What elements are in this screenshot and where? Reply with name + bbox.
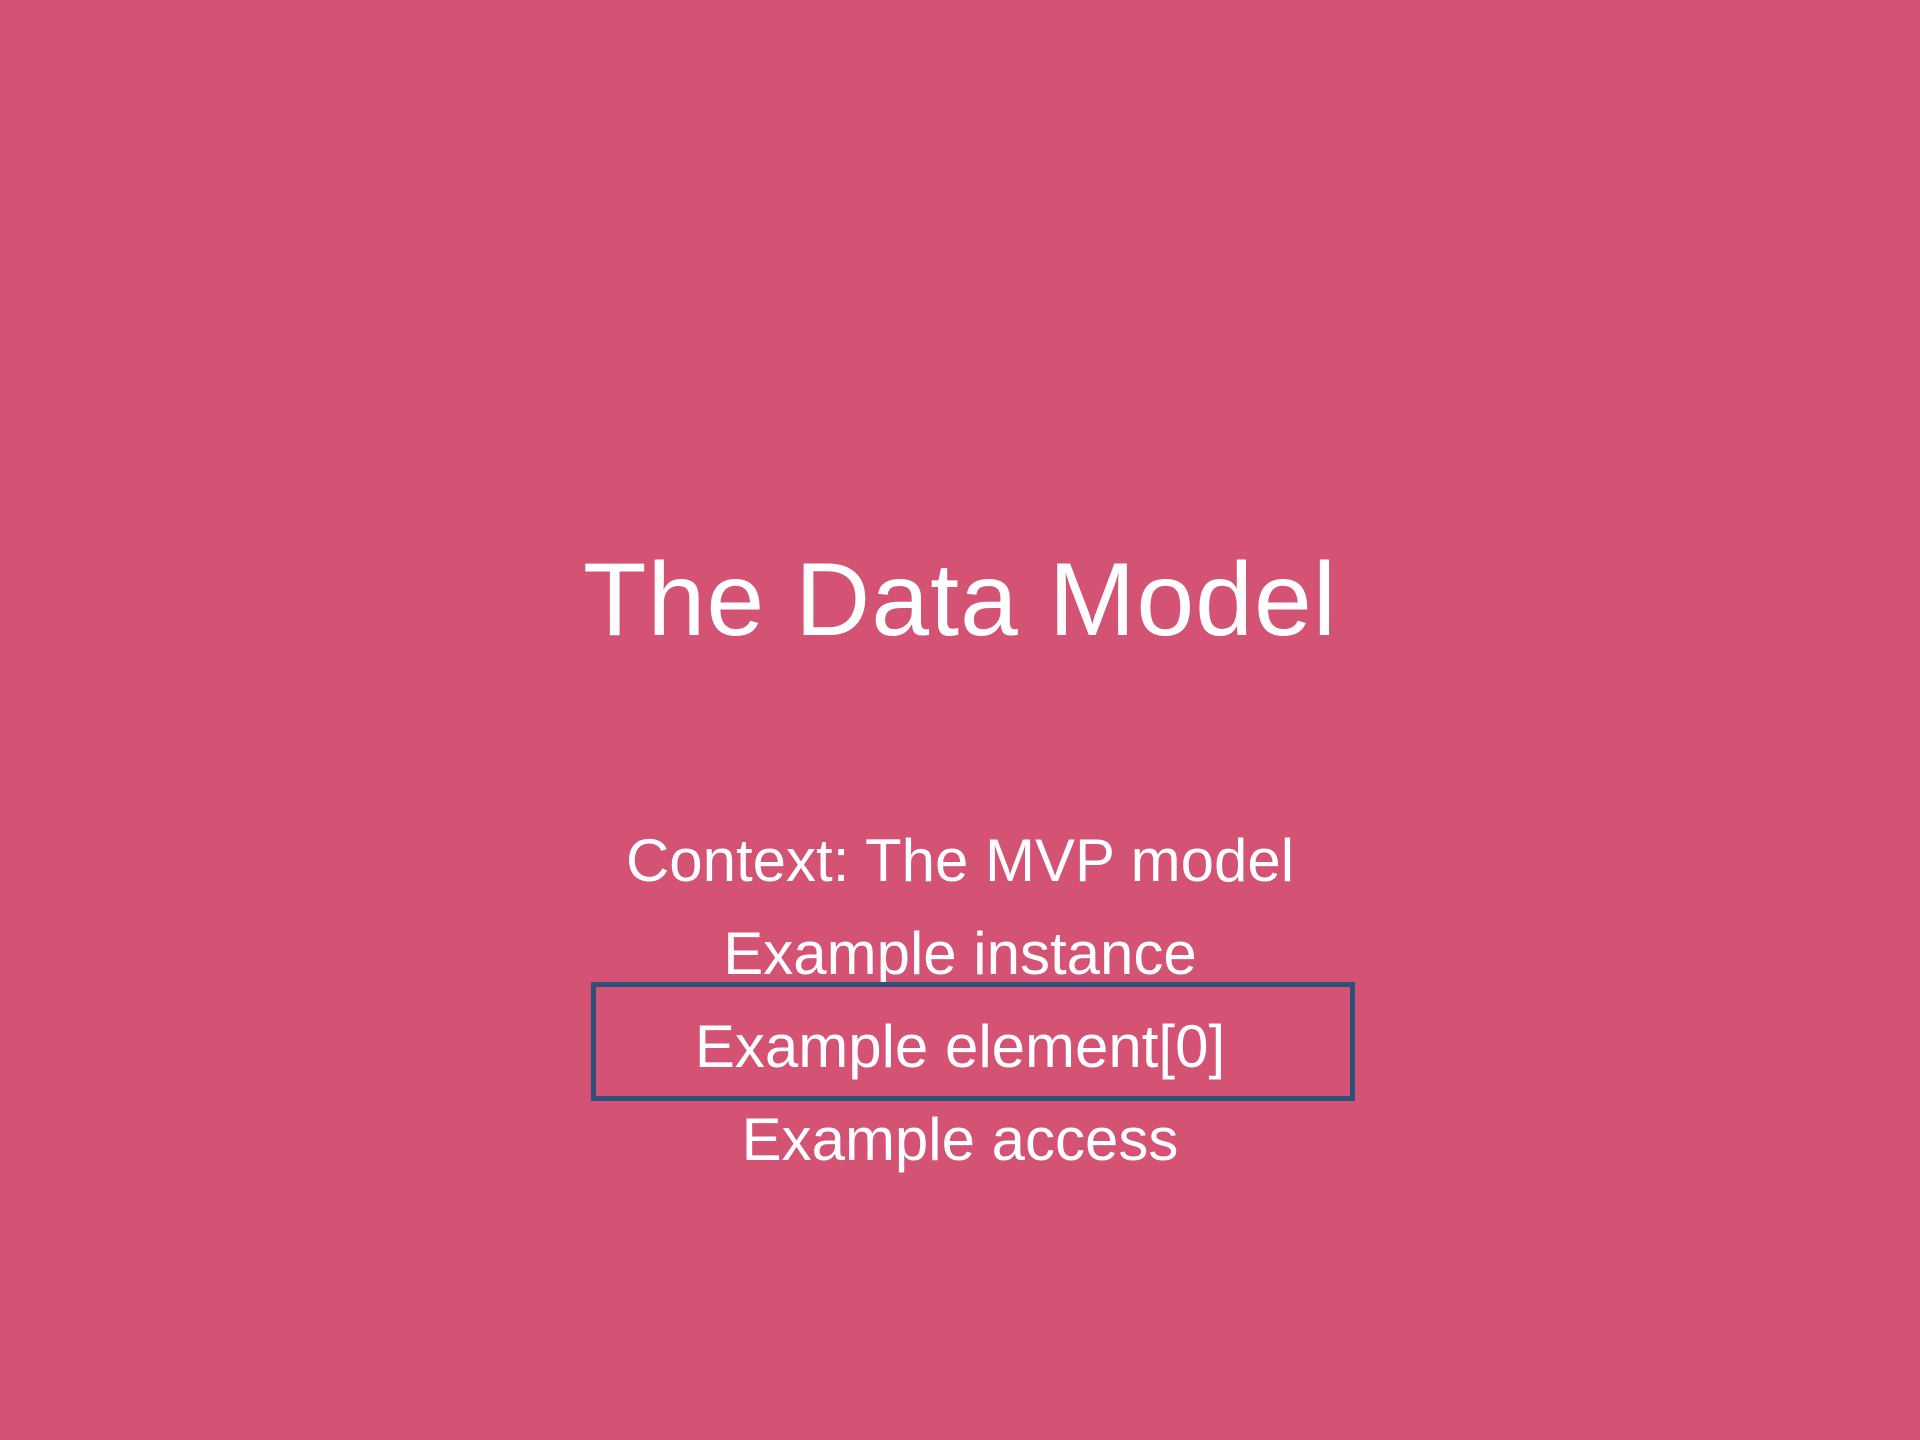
agenda-item: Context: The MVP model [625,827,1295,894]
current-section-highlight-box [591,982,1355,1101]
agenda-item: Example access [741,1106,1179,1173]
slide: The Data Model Context: The MVP model Ex… [0,0,1920,1440]
slide-title: The Data Model [583,542,1337,658]
